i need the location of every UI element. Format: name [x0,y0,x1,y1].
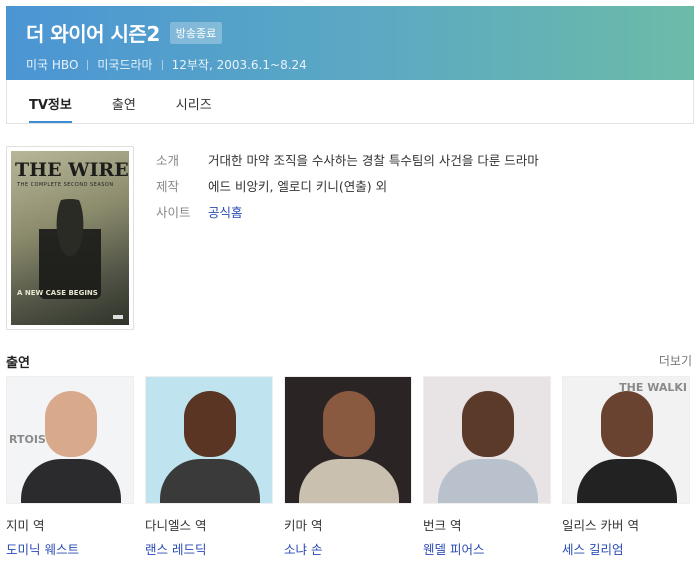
info-row-intro: 소개 거대한 마약 조직을 수사하는 경찰 특수팀의 사건을 다룬 드라마 [156,150,539,176]
meta-genre: 미국드라마 [97,58,153,72]
cast-role: 키마 역 [284,518,323,533]
cast-photo[interactable] [284,376,412,504]
program-title[interactable]: 더 와이어 시즌2 [26,18,160,47]
meta-divider [87,59,89,70]
cast-actor-link[interactable]: 세스 길리엄 [562,539,690,558]
tab-tv-info[interactable]: TV정보 [29,80,72,123]
cast-photo[interactable]: THE WALKI [562,376,690,504]
cast-role: 번크 역 [423,518,462,533]
poster-artwork: THE WIRE THE COMPLETE SECOND SEASON A NE… [11,151,129,325]
meta-episodes: 12부작, 2003.6.1~8.24 [171,58,307,72]
person-body [577,459,677,503]
intro-value: 거대한 마약 조직을 수사하는 경찰 특수팀의 사건을 다룬 드라마 [208,153,539,168]
cast-photo[interactable]: RTOIS [6,376,134,504]
tab-series[interactable]: 시리즈 [176,80,212,123]
tab-bar: TV정보 출연 시리즈 [6,80,694,124]
title-header: 더 와이어 시즌2 방송종료 미국 HBO 미국드라마 12부작, 2003.6… [6,6,694,80]
person-head [601,391,653,457]
poster-title: THE WIRE [15,159,129,181]
cast-item: 키마 역소냐 손 [284,376,412,558]
person-head [462,391,514,457]
person-body [160,459,260,503]
cast-photo[interactable] [145,376,273,504]
cast-section-title: 출연 [6,356,30,371]
official-site-link[interactable]: 공식홈 [208,202,243,228]
tab-cast[interactable]: 출연 [112,80,136,123]
poster-image[interactable]: THE WIRE THE COMPLETE SECOND SEASON A NE… [6,146,134,330]
person-body [438,459,538,503]
person-body [21,459,121,503]
cast-role: 다니엘스 역 [145,518,207,533]
cast-photo[interactable] [423,376,551,504]
poster-subtitle: THE COMPLETE SECOND SEASON [17,182,114,188]
person-head [45,391,97,457]
meta-divider [161,59,163,70]
cast-actor-link[interactable]: 랜스 레드딕 [145,539,273,558]
photo-background-text: RTOIS [9,433,46,446]
poster-figure [39,199,101,299]
status-badge: 방송종료 [169,21,223,44]
cast-role: 지미 역 [6,518,45,533]
program-meta: 미국 HBO 미국드라마 12부작, 2003.6.1~8.24 [26,56,674,73]
cast-actor-link[interactable]: 도미닉 웨스트 [6,539,134,558]
production-value: 에드 비앙키, 엘로디 키니(연출) 외 [208,179,388,194]
production-label: 제작 [156,179,180,194]
info-row-site: 사이트 공식홈 [156,202,539,228]
info-row-production: 제작 에드 비앙키, 엘로디 키니(연출) 외 [156,176,539,202]
cast-role: 일리스 카버 역 [562,518,639,533]
cast-actor-link[interactable]: 소냐 손 [284,539,412,558]
cast-actor-link[interactable]: 웬델 피어스 [423,539,551,558]
poster-logo [113,315,123,319]
site-label: 사이트 [156,205,191,220]
cast-item: THE WALKI 일리스 카버 역세스 길리엄 [562,376,690,558]
cast-item: 번크 역웬델 피어스 [423,376,551,558]
person-body [299,459,399,503]
poster-tagline: A NEW CASE BEGINS [17,289,98,297]
cast-item: 다니엘스 역랜스 레드딕 [145,376,273,558]
cast-item: RTOIS 지미 역도미닉 웨스트 [6,376,134,558]
person-head [323,391,375,457]
cast-list: RTOIS 지미 역 도미닉 웨스트 다니엘스 역 랜스 레드딕 키마 역 소냐 손 번크 역… [6,376,700,558]
intro-label: 소개 [156,153,180,168]
meta-network: 미국 HBO [26,58,79,72]
more-cast-link[interactable]: 더보기 [659,352,692,369]
program-info: 소개 거대한 마약 조직을 수사하는 경찰 특수팀의 사건을 다룬 드라마 제작… [156,150,539,228]
person-head [184,391,236,457]
